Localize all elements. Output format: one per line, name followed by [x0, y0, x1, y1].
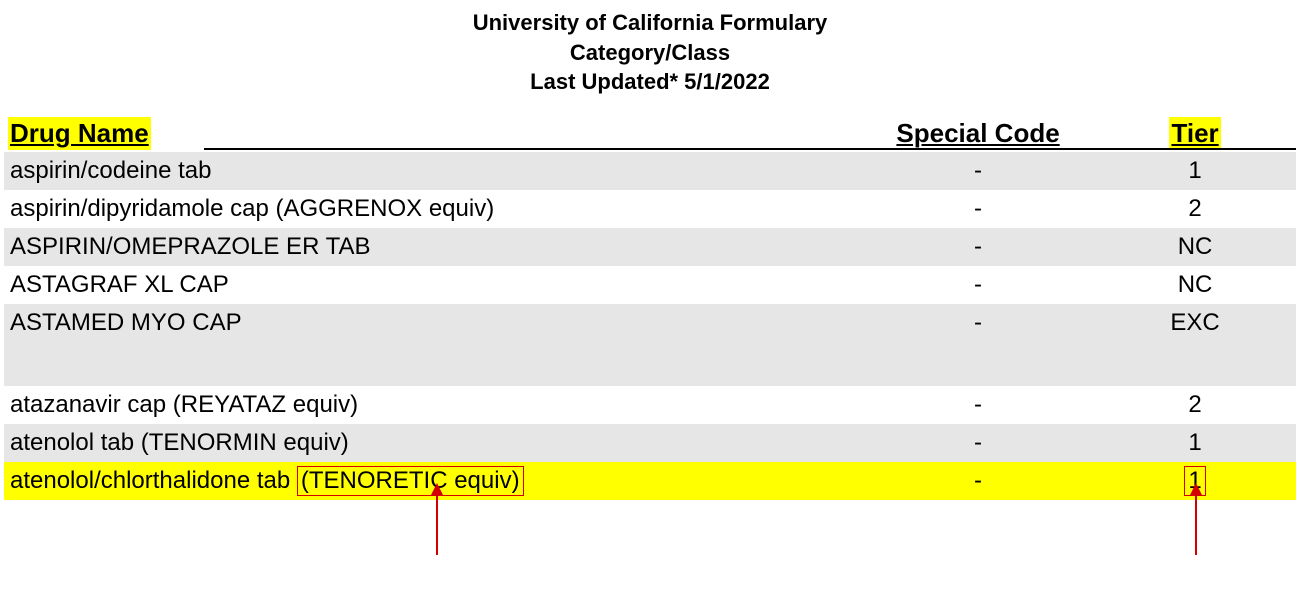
annotation-arrow-1	[436, 485, 438, 555]
cell-special-code: -	[862, 152, 1094, 190]
table-row: atazanavir cap (REYATAZ equiv)-2	[4, 386, 1296, 424]
col-header-special-code: Special Code	[862, 115, 1094, 152]
cell-tier: NC	[1094, 266, 1296, 304]
cell-tier: EXC	[1094, 304, 1296, 342]
formulary-table-wrap: Drug Name Special Code Tier aspirin/code…	[4, 115, 1296, 500]
cell-special-code: -	[862, 304, 1094, 342]
cell-special-code: -	[862, 266, 1094, 304]
cell-tier: NC	[1094, 228, 1296, 266]
cell-special-code: -	[862, 228, 1094, 266]
gap-cell	[4, 342, 1296, 386]
cell-tier: 2	[1094, 386, 1296, 424]
cell-drug-name: ASTAMED MYO CAP	[4, 304, 862, 342]
col-header-tier: Tier	[1094, 115, 1296, 152]
cell-tier: 2	[1094, 190, 1296, 228]
table-row: aspirin/codeine tab-1	[4, 152, 1296, 190]
cell-special-code: -	[862, 424, 1094, 462]
header-line-1: University of California Formulary	[0, 8, 1300, 38]
table-row: ASTAGRAF XL CAP-NC	[4, 266, 1296, 304]
header-line-3: Last Updated* 5/1/2022	[0, 67, 1300, 97]
document-header: University of California Formulary Categ…	[0, 0, 1300, 97]
cell-drug-name: aspirin/dipyridamole cap (AGGRENOX equiv…	[4, 190, 862, 228]
cell-drug-name: atenolol tab (TENORMIN equiv)	[4, 424, 862, 462]
cell-drug-name: ASTAGRAF XL CAP	[4, 266, 862, 304]
col-header-drug-name: Drug Name	[4, 115, 862, 152]
table-body: aspirin/codeine tab-1aspirin/dipyridamol…	[4, 152, 1296, 500]
col-header-drug-name-text: Drug Name	[8, 117, 151, 150]
annotation-arrow-2	[1195, 485, 1197, 555]
cell-tier: 1	[1094, 152, 1296, 190]
cell-special-code: -	[862, 462, 1094, 500]
cell-special-code: -	[862, 386, 1094, 424]
cell-drug-name: atazanavir cap (REYATAZ equiv)	[4, 386, 862, 424]
cell-special-code: -	[862, 190, 1094, 228]
table-row: aspirin/dipyridamole cap (AGGRENOX equiv…	[4, 190, 1296, 228]
table-row: ASPIRIN/OMEPRAZOLE ER TAB-NC	[4, 228, 1296, 266]
table-row-highlighted: atenolol/chlorthalidone tab (TENORETIC e…	[4, 462, 1296, 500]
cell-drug-name: ASPIRIN/OMEPRAZOLE ER TAB	[4, 228, 862, 266]
cell-tier: 1	[1094, 424, 1296, 462]
annotation-box-brand-equiv: (TENORETIC equiv)	[297, 466, 524, 497]
formulary-table: Drug Name Special Code Tier aspirin/code…	[4, 115, 1296, 500]
table-row: ASTAMED MYO CAP-EXC	[4, 304, 1296, 342]
table-row: atenolol tab (TENORMIN equiv)-1	[4, 424, 1296, 462]
col-header-special-code-text: Special Code	[894, 117, 1061, 150]
cell-drug-name: aspirin/codeine tab	[4, 152, 862, 190]
drug-name-prefix: atenolol/chlorthalidone tab	[10, 467, 297, 494]
header-line-2: Category/Class	[0, 38, 1300, 68]
table-gap-row	[4, 342, 1296, 386]
col-header-tier-text: Tier	[1169, 117, 1220, 150]
table-header-row: Drug Name Special Code Tier	[4, 115, 1296, 152]
